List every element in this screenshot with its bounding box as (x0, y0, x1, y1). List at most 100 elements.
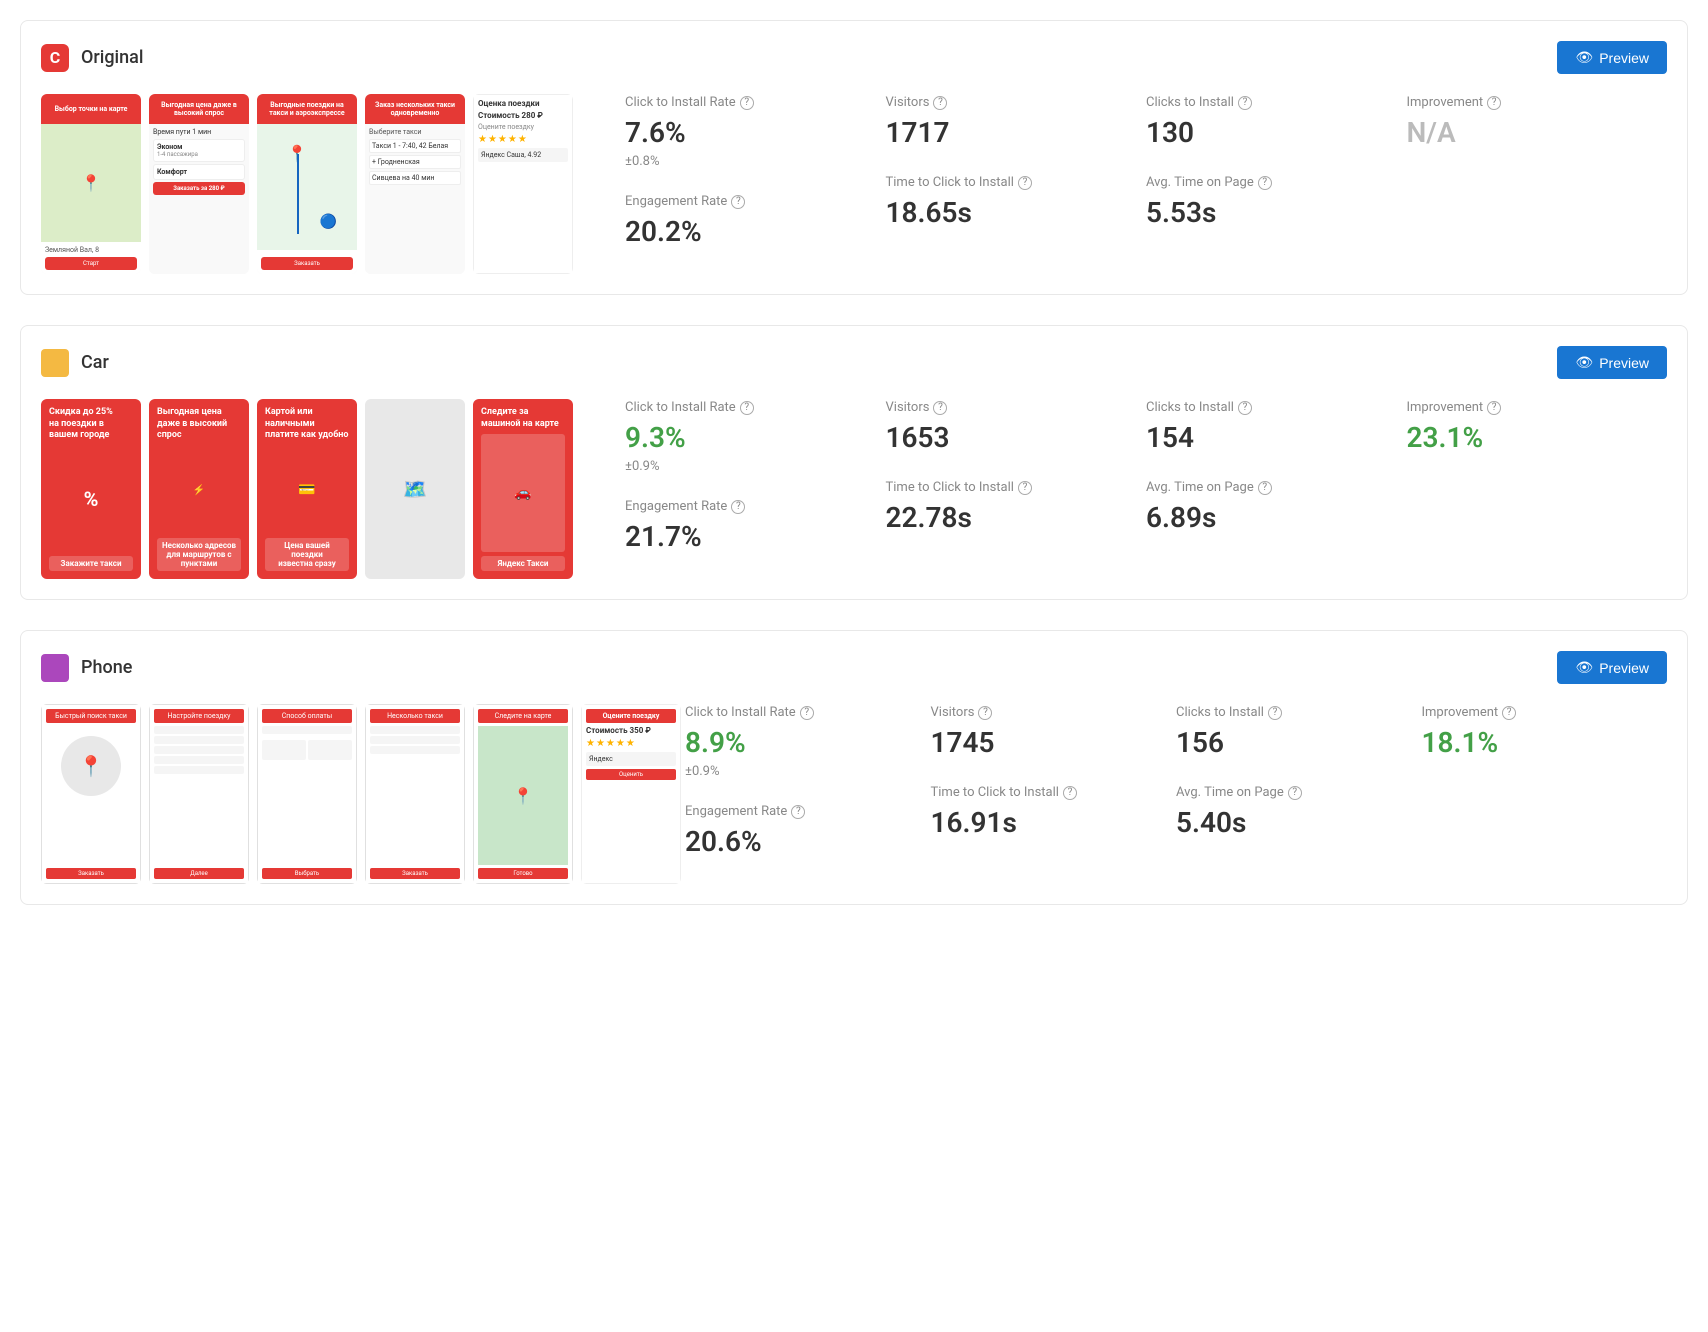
metric-phone-visitors: Visitors ? 1745 (931, 704, 1177, 760)
metric-phone-cti: Clicks to Install ? 156 (1176, 704, 1422, 760)
metrics-col-2: Visitors ? 1717 Time to Click to Install… (886, 94, 1147, 274)
metrics-car-col-2: Visitors ? 1653 Time to Click to Install… (886, 399, 1147, 579)
phone-ss-4: Несколько такси Заказать (365, 704, 465, 884)
car-btn-1: Закажите такси (49, 556, 133, 571)
eye-icon: 👁 (1575, 659, 1593, 676)
help-icon-cti[interactable]: ? (1238, 96, 1252, 110)
metric-phone-atop-label: Avg. Time on Page ? (1176, 784, 1422, 802)
help-icon-phone-ttci[interactable]: ? (1063, 786, 1077, 800)
review-card: Оценка поездки Стоимость 280 ₽ Оцените п… (473, 94, 573, 274)
car-text-3: Картой или наличнымиплатите как удобно (265, 407, 349, 442)
help-icon-car-atop[interactable]: ? (1258, 481, 1272, 495)
phone-ss-1: Быстрый поиск такси 📍 Заказать (41, 704, 141, 884)
help-icon-car-cti[interactable]: ? (1238, 401, 1252, 415)
help-icon-cir[interactable]: ? (740, 96, 754, 110)
metrics-col-3: Clicks to Install ? 130 Avg. Time on Pag… (1146, 94, 1407, 274)
preview-button-original[interactable]: 👁 Preview (1557, 41, 1667, 74)
help-icon-car-cir[interactable]: ? (740, 401, 754, 415)
phone-ss-2: Настройте поездку Далее (149, 704, 249, 884)
screenshot-1: Выбор точки на карте Земляной Вал, 8 Ста… (41, 94, 141, 274)
metric-car-er-label: Engagement Rate ? (625, 498, 886, 516)
phone-btn-1: Заказать (46, 868, 136, 879)
variant-original: C Original 👁 Preview Выбор точки на карт… (20, 20, 1688, 295)
phone-header-5: Следите на карте (478, 709, 568, 723)
screenshot-car-5: Следите за машиной на карте 🚗 Яндекс Так… (473, 399, 573, 579)
metric-ttci-value: 18.65s (886, 196, 1147, 230)
variant-phone: Phone 👁 Preview Быстрый поиск такси 📍 За… (20, 630, 1688, 905)
help-icon-er[interactable]: ? (731, 195, 745, 209)
help-icon-phone-visitors[interactable]: ? (978, 706, 992, 720)
phone-body-1: 📍 (46, 726, 136, 865)
variant-header-original: C Original 👁 Preview (41, 41, 1667, 74)
metric-phone-ttci-label: Time to Click to Install ? (931, 784, 1177, 802)
screenshot-phone-5: Следите на карте 📍 Готово (473, 704, 573, 884)
ss-label: Заказ нескольких такси одновременно (365, 94, 465, 124)
car-ss-3: Картой или наличнымиплатите как удобно 💳… (257, 399, 357, 579)
car-text-1: Скидка до 25%на поездки в вашем городе (49, 407, 133, 442)
variant-icon-car (41, 349, 69, 377)
metric-ttci-label: Time to Click to Install ? (886, 174, 1147, 192)
help-icon-car-er[interactable]: ? (731, 500, 745, 514)
metrics-phone: Click to Install Rate ? 8.9% ±0.9% Engag… (685, 704, 1667, 884)
metric-phone-improvement-label: Improvement ? (1422, 704, 1668, 722)
preview-button-phone[interactable]: 👁 Preview (1557, 651, 1667, 684)
metric-phone-cir-value: 8.9% (685, 726, 931, 760)
preview-button-car[interactable]: 👁 Preview (1557, 346, 1667, 379)
metrics-car-col-3: Clicks to Install ? 154 Avg. Time on Pag… (1146, 399, 1407, 579)
metric-cti-label: Clicks to Install ? (1146, 94, 1407, 112)
metric-car-cir-value: 9.3% (625, 421, 886, 455)
phone-ss-5: Следите на карте 📍 Готово (473, 704, 573, 884)
help-icon-car-visitors[interactable]: ? (933, 401, 947, 415)
ss-map (41, 124, 141, 242)
screenshots-car: Скидка до 25%на поездки в вашем городе %… (41, 399, 601, 579)
help-icon-phone-improvement[interactable]: ? (1502, 706, 1516, 720)
help-icon-car-ttci[interactable]: ? (1018, 481, 1032, 495)
screenshot-car-4: 🗺️ (365, 399, 465, 579)
eye-icon: 👁 (1575, 354, 1593, 371)
ss-bottom: Земляной Вал, 8 Старт (41, 242, 141, 274)
metric-car-cti-label: Clicks to Install ? (1146, 399, 1407, 417)
screenshot-phone-6: Оцените поездку Стоимость 350 ₽ ★★★★★ Ян… (581, 704, 681, 884)
help-icon-improvement[interactable]: ? (1487, 96, 1501, 110)
variant-name-original: Original (81, 47, 1545, 68)
metric-car-atop-label: Avg. Time on Page ? (1146, 479, 1407, 497)
metric-ttci: Time to Click to Install ? 18.65s (886, 174, 1147, 230)
phone-review: Оцените поездку Стоимость 350 ₽ ★★★★★ Ян… (581, 704, 681, 884)
variant-content-original: Выбор точки на карте Земляной Вал, 8 Ста… (41, 94, 1667, 274)
metric-improvement: Improvement ? N/A (1407, 94, 1668, 150)
variant-icon-original: C (41, 44, 69, 72)
metric-er: Engagement Rate ? 20.2% (625, 193, 886, 249)
metric-phone-cir: Click to Install Rate ? 8.9% ±0.9% (685, 704, 931, 779)
help-icon-phone-cti[interactable]: ? (1268, 706, 1282, 720)
metric-phone-cti-value: 156 (1176, 726, 1422, 760)
metric-car-improvement-value: 23.1% (1407, 421, 1668, 455)
screenshot-car-3: Картой или наличнымиплатите как удобно 💳… (257, 399, 357, 579)
metric-car-visitors-value: 1653 (886, 421, 1147, 455)
ss-label: Выгодная цена даже в высокий спрос (149, 94, 249, 124)
phone-body-4 (370, 726, 460, 865)
screenshot-car-2: Выгодная цена даже в высокий спрос ⚡ Нес… (149, 399, 249, 579)
phone-body-2 (154, 726, 244, 865)
metric-car-atop-value: 6.89s (1146, 501, 1407, 535)
metric-car-ttci-label: Time to Click to Install ? (886, 479, 1147, 497)
help-icon-phone-atop[interactable]: ? (1288, 786, 1302, 800)
screenshot-5: Оценка поездки Стоимость 280 ₽ Оцените п… (473, 94, 573, 274)
metrics-original: Click to Install Rate ? 7.6% ±0.8% Engag… (625, 94, 1667, 274)
phone-header-4: Несколько такси (370, 709, 460, 723)
help-icon-atop[interactable]: ? (1258, 176, 1272, 190)
help-icon-visitors[interactable]: ? (933, 96, 947, 110)
screenshot-phone-4: Несколько такси Заказать (365, 704, 465, 884)
phone-btn-2: Далее (154, 868, 244, 879)
metric-visitors-label: Visitors ? (886, 94, 1147, 112)
metric-phone-atop-value: 5.40s (1176, 806, 1422, 840)
metric-phone-er-label: Engagement Rate ? (685, 803, 931, 821)
help-icon-phone-er[interactable]: ? (791, 805, 805, 819)
phone-header-3: Способ оплаты (262, 709, 352, 723)
help-icon-ttci[interactable]: ? (1018, 176, 1032, 190)
ss-bottom: Заказать (257, 250, 357, 274)
help-icon-phone-cir[interactable]: ? (800, 706, 814, 720)
metric-cti-value: 130 (1146, 116, 1407, 150)
help-icon-car-improvement[interactable]: ? (1487, 401, 1501, 415)
phone-ss-3: Способ оплаты Выбрать (257, 704, 357, 884)
car-btn-5: Яндекс Такси (481, 556, 565, 571)
